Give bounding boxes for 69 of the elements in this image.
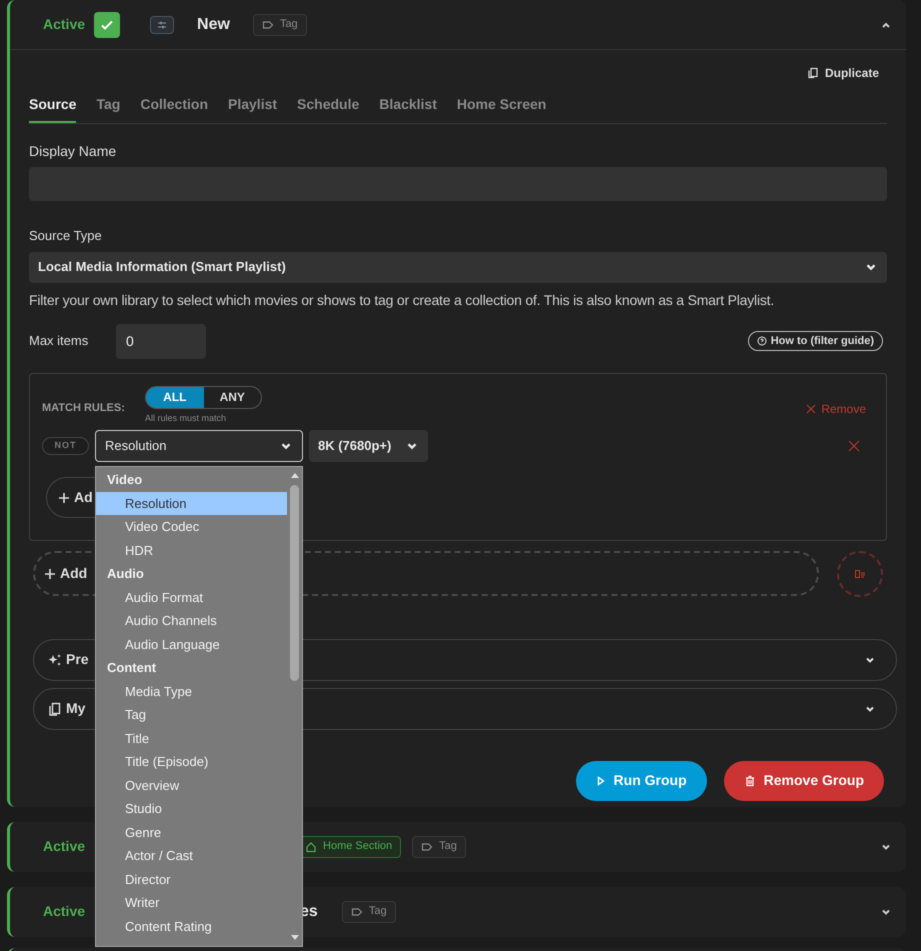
- tab[interactable]: Tag: [96, 94, 120, 123]
- field-label: Source Type: [29, 227, 103, 245]
- scroll-up-icon[interactable]: [290, 471, 298, 479]
- remove-button[interactable]: Remove: [805, 400, 866, 418]
- group-title: New: [197, 14, 230, 34]
- trash-list-icon: [854, 568, 866, 580]
- duplicate-button[interactable]: Duplicate: [806, 64, 879, 82]
- dropdown-option[interactable]: Content Rating: [96, 914, 287, 938]
- scroll-down-icon[interactable]: [290, 934, 298, 942]
- filter-button[interactable]: [150, 16, 174, 34]
- dropdown-option[interactable]: Resolution: [96, 492, 287, 515]
- dropdown-option[interactable]: Title: [96, 726, 287, 750]
- dropdown-option[interactable]: Tag: [96, 703, 287, 726]
- source-type-select[interactable]: Local Media Information (Smart Playlist): [29, 252, 887, 282]
- tag-icon: [421, 840, 434, 852]
- dropdown-option[interactable]: Audio Channels: [96, 609, 287, 632]
- plus-icon: [59, 492, 69, 502]
- close-icon: [805, 402, 818, 414]
- dropdown-option[interactable]: Genre: [96, 820, 287, 844]
- tab[interactable]: Blacklist: [379, 94, 437, 123]
- match-option[interactable]: ANY: [204, 386, 261, 408]
- home-icon: [305, 840, 318, 852]
- delete-rule-icon[interactable]: [848, 440, 860, 452]
- trash-icon: [744, 774, 756, 786]
- tag-icon: [350, 906, 363, 918]
- dropdown-option[interactable]: Writer: [96, 891, 287, 914]
- copy-icon: [806, 67, 819, 79]
- tab[interactable]: Playlist: [228, 94, 278, 123]
- value-select[interactable]: 8K (7680p+): [309, 430, 428, 462]
- dropdown-option[interactable]: Overview: [96, 774, 287, 797]
- dropdown-option[interactable]: Title (Episode): [96, 750, 287, 774]
- tab[interactable]: Collection: [140, 94, 208, 123]
- scrollbar-thumb[interactable]: [290, 485, 299, 681]
- dropdown-option[interactable]: Studio: [96, 797, 287, 820]
- match-option[interactable]: ALL: [146, 386, 204, 408]
- field-label: Display Name: [29, 142, 118, 161]
- option-group-label: Video: [106, 471, 144, 489]
- tag-chip: Tag: [252, 14, 307, 36]
- match-hint: All rules must match: [145, 412, 228, 424]
- run-group-button[interactable]: Run Group: [576, 760, 707, 800]
- remove-group-button[interactable]: Remove Group: [724, 760, 884, 800]
- tab[interactable]: Source: [29, 94, 76, 123]
- tab[interactable]: Schedule: [297, 94, 360, 123]
- filter-guide-button[interactable]: How to (filter guide): [748, 331, 883, 351]
- tag-chip: Tag: [412, 836, 466, 858]
- tag-chip: Tag: [342, 900, 396, 922]
- not-toggle[interactable]: NOT: [42, 437, 89, 455]
- dropdown-option[interactable]: Video Codec: [96, 515, 287, 538]
- field-select[interactable]: Resolution: [95, 430, 303, 462]
- status-label: Active: [43, 902, 86, 921]
- field-label: Max items: [29, 332, 90, 350]
- tab[interactable]: Home Screen: [456, 94, 546, 123]
- status-label: Active: [43, 837, 86, 856]
- option-group-label: Audio: [106, 565, 145, 583]
- help-icon: [756, 336, 767, 346]
- active-checkbox[interactable]: [94, 12, 120, 38]
- sliders-icon: [156, 18, 168, 30]
- option-group-label: Content: [106, 659, 158, 677]
- dropdown-option[interactable]: Director: [96, 868, 287, 891]
- plus-icon: [45, 568, 55, 578]
- match-rules-label: MATCH RULES:: [42, 400, 126, 416]
- sparkle-icon: [48, 652, 62, 666]
- status-label: Active: [43, 15, 86, 34]
- play-icon: [596, 776, 606, 786]
- tag-icon: [262, 18, 274, 30]
- help-text: Filter your own library to select which movies or shows to tag or create a collection of. This is also known as a Smart Playlist.: [29, 290, 776, 310]
- dropdown-option[interactable]: Actor / Cast: [96, 844, 287, 868]
- copy-icon: [48, 702, 62, 716]
- max-items-field[interactable]: 0: [116, 324, 206, 358]
